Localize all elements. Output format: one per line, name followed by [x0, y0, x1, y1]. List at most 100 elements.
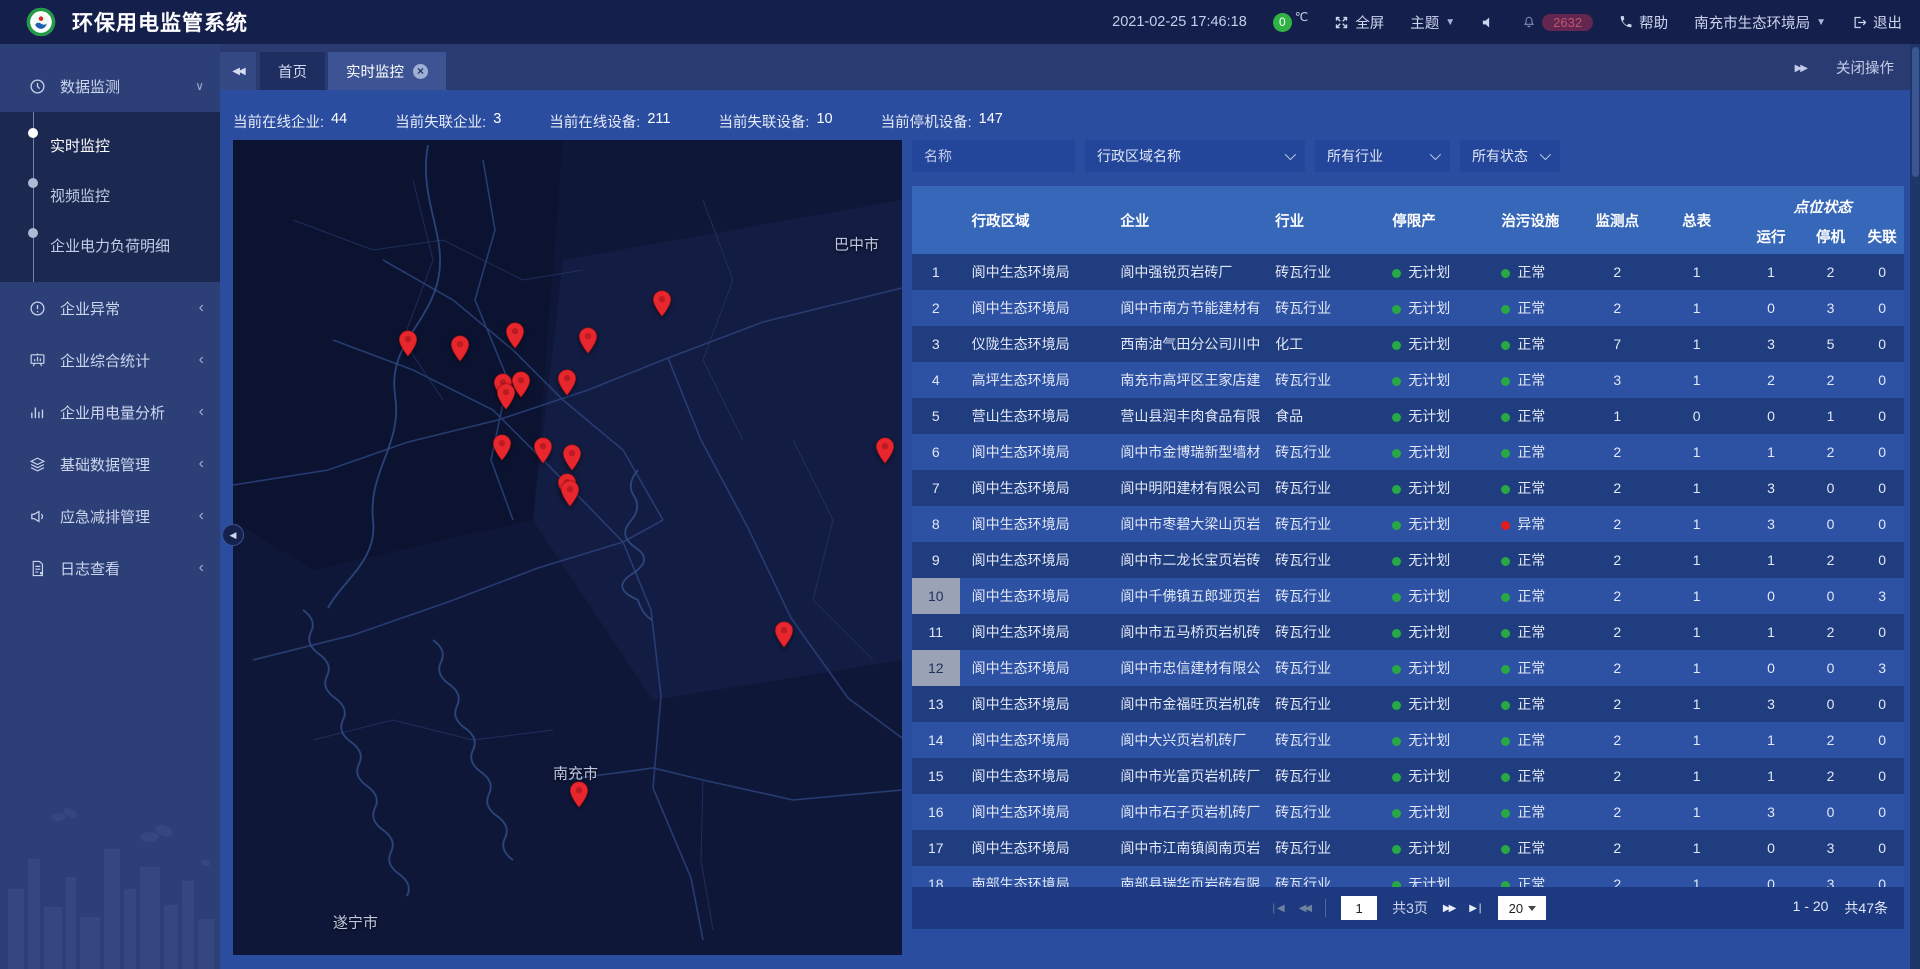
cell-pollution-facility: 正常	[1489, 830, 1582, 866]
map-pin[interactable]	[560, 480, 579, 507]
table-row[interactable]: 10阆中生态环境局阆中千佛镇五郎垭页岩砖瓦行业无计划正常21003	[912, 578, 1904, 614]
cell-lost: 0	[1860, 398, 1904, 434]
next-page-button[interactable]	[1443, 902, 1454, 914]
prev-page-button[interactable]	[1299, 902, 1310, 914]
map-collapse-handle[interactable]	[222, 524, 244, 546]
cell-region: 仪陇生态环境局	[960, 326, 1109, 362]
page-scrollbar[interactable]	[1910, 44, 1920, 969]
map-pin[interactable]	[451, 335, 470, 362]
table-row[interactable]: 6阆中生态环境局阆中市金博瑞新型墙材砖瓦行业无计划正常21120	[912, 434, 1904, 470]
table-row[interactable]: 18南部生态环境局南部县瑞华页岩砖有限砖瓦行业无计划正常21030	[912, 866, 1904, 887]
tab-close-icon[interactable]	[413, 64, 428, 79]
sidebar-item-企业异常[interactable]: 企业异常‹	[0, 282, 220, 334]
cell-lost: 0	[1860, 758, 1904, 794]
fullscreen-button[interactable]: 全屏	[1334, 12, 1384, 33]
region-filter-select[interactable]: 行政区域名称	[1085, 140, 1305, 172]
table-row[interactable]: 5营山生态环境局营山县润丰肉食品有限食品无计划正常10010	[912, 398, 1904, 434]
map-pin[interactable]	[534, 437, 553, 464]
last-page-button[interactable]	[1469, 902, 1483, 914]
cell-stop-production: 无计划	[1380, 686, 1489, 722]
cell-company: 阆中明阳建材有限公司	[1108, 470, 1263, 506]
help-button[interactable]: 帮助	[1619, 12, 1668, 33]
cell-company: 阆中市二龙长宝页岩砖	[1108, 542, 1263, 578]
table-row[interactable]: 4高坪生态环境局南充市高坪区王家店建砖瓦行业无计划正常31220	[912, 362, 1904, 398]
page-number-input[interactable]	[1341, 896, 1377, 920]
table-row[interactable]: 9阆中生态环境局阆中市二龙长宝页岩砖砖瓦行业无计划正常21120	[912, 542, 1904, 578]
cell-industry: 砖瓦行业	[1263, 542, 1380, 578]
cell-lost: 0	[1860, 614, 1904, 650]
map-pin[interactable]	[557, 369, 576, 396]
status-dot-green	[1501, 305, 1510, 314]
tab-home[interactable]: 首页	[260, 52, 325, 90]
page-size-select[interactable]: 20	[1498, 896, 1546, 920]
close-operations-button[interactable]: 关闭操作	[1836, 57, 1894, 78]
cell-index: 3	[912, 326, 960, 362]
cell-company: 阆中市枣碧大梁山页岩	[1108, 506, 1263, 542]
table-row[interactable]: 15阆中生态环境局阆中市光富页岩机砖厂砖瓦行业无计划正常21120	[912, 758, 1904, 794]
table-row[interactable]: 11阆中生态环境局阆中市五马桥页岩机砖砖瓦行业无计划正常21120	[912, 614, 1904, 650]
status-dot-green	[1392, 413, 1401, 422]
sidebar-subitem-视频监控[interactable]: 视频监控	[0, 170, 220, 220]
tabs-scroll-right-button[interactable]	[1795, 59, 1806, 75]
map-pin[interactable]	[653, 290, 672, 317]
tabs-scroll-left-button[interactable]	[220, 52, 256, 90]
status-dot-green	[1392, 665, 1401, 674]
notifications-button[interactable]: 2632	[1522, 14, 1593, 31]
chevron-left-icon: ‹	[199, 559, 204, 577]
map-pin[interactable]	[775, 621, 794, 648]
sidebar-item-应急减排管理[interactable]: 应急减排管理‹	[0, 490, 220, 542]
sidebar-item-label: 日志查看	[60, 558, 120, 579]
cell-total-meter: 1	[1652, 578, 1741, 614]
table-row[interactable]: 1阆中生态环境局阆中强锐页岩砖厂砖瓦行业无计划正常21120	[912, 254, 1904, 290]
map-pin[interactable]	[492, 434, 511, 461]
table-row[interactable]: 2阆中生态环境局阆中市南方节能建材有砖瓦行业无计划正常21030	[912, 290, 1904, 326]
map-pin[interactable]	[569, 781, 588, 808]
cell-lost: 0	[1860, 542, 1904, 578]
table-row[interactable]: 14阆中生态环境局阆中大兴页岩机砖厂砖瓦行业无计划正常21120	[912, 722, 1904, 758]
map-pin[interactable]	[578, 327, 597, 354]
sound-toggle-button[interactable]	[1481, 15, 1496, 30]
map-pin[interactable]	[496, 383, 515, 410]
table-row[interactable]: 3仪陇生态环境局西南油气田分公司川中化工无计划正常71350	[912, 326, 1904, 362]
map-pin[interactable]	[506, 322, 525, 349]
cell-region: 阆中生态环境局	[960, 254, 1109, 290]
cell-monitor-points: 7	[1583, 326, 1652, 362]
table-row[interactable]: 17阆中生态环境局阆中市江南镇阆南页岩砖瓦行业无计划正常21030	[912, 830, 1904, 866]
sidebar-item-企业用电量分析[interactable]: 企业用电量分析‹	[0, 386, 220, 438]
first-page-button[interactable]	[1270, 902, 1284, 914]
tab-realtime-monitor[interactable]: 实时监控	[328, 52, 446, 90]
sidebar-item-基础数据管理[interactable]: 基础数据管理‹	[0, 438, 220, 490]
theme-dropdown[interactable]: 主题 ▼	[1410, 12, 1455, 33]
cell-industry: 砖瓦行业	[1263, 722, 1380, 758]
sidebar-item-企业综合统计[interactable]: 企业综合统计‹	[0, 334, 220, 386]
sidebar-item-数据监测[interactable]: 数据监测∨	[0, 60, 220, 112]
map-canvas[interactable]: 巴中市南充市遂宁市	[233, 140, 902, 955]
name-filter-input[interactable]	[912, 140, 1075, 172]
table-row[interactable]: 12阆中生态环境局阆中市忠信建材有限公砖瓦行业无计划正常21003	[912, 650, 1904, 686]
cell-pollution-facility: 正常	[1489, 794, 1582, 830]
sidebar-item-日志查看[interactable]: 日志查看 ‹	[0, 542, 220, 594]
cell-index: 1	[912, 254, 960, 290]
status-filter-select[interactable]: 所有状态	[1460, 140, 1560, 172]
map-pin[interactable]	[562, 444, 581, 471]
map-pin[interactable]	[398, 330, 417, 357]
cell-monitor-points: 2	[1583, 290, 1652, 326]
map-pin[interactable]	[875, 437, 894, 464]
cell-running: 0	[1741, 830, 1801, 866]
chevron-left-icon: ‹	[199, 507, 204, 525]
table-row[interactable]: 7阆中生态环境局阆中明阳建材有限公司砖瓦行业无计划正常21300	[912, 470, 1904, 506]
cell-halted: 3	[1801, 830, 1861, 866]
cell-monitor-points: 3	[1583, 362, 1652, 398]
table-row[interactable]: 16阆中生态环境局阆中市石子页岩机砖厂砖瓦行业无计划正常21300	[912, 794, 1904, 830]
sidebar: 数据监测∨ 实时监控视频监控企业电力负荷明细企业异常‹企业综合统计‹企业用电量分析…	[0, 44, 220, 969]
logout-button[interactable]: 退出	[1852, 12, 1902, 33]
industry-filter-select[interactable]: 所有行业	[1315, 140, 1450, 172]
table-row[interactable]: 8阆中生态环境局阆中市枣碧大梁山页岩砖瓦行业无计划异常21300	[912, 506, 1904, 542]
organization-dropdown[interactable]: 南充市生态环境局 ▼	[1694, 12, 1826, 33]
cell-industry: 砖瓦行业	[1263, 650, 1380, 686]
cell-monitor-points: 2	[1583, 794, 1652, 830]
sidebar-subitem-企业电力负荷明细[interactable]: 企业电力负荷明细	[0, 220, 220, 270]
scrollbar-thumb[interactable]	[1912, 47, 1919, 177]
sidebar-subitem-实时监控[interactable]: 实时监控	[0, 120, 220, 170]
table-row[interactable]: 13阆中生态环境局阆中市金福旺页岩机砖砖瓦行业无计划正常21300	[912, 686, 1904, 722]
